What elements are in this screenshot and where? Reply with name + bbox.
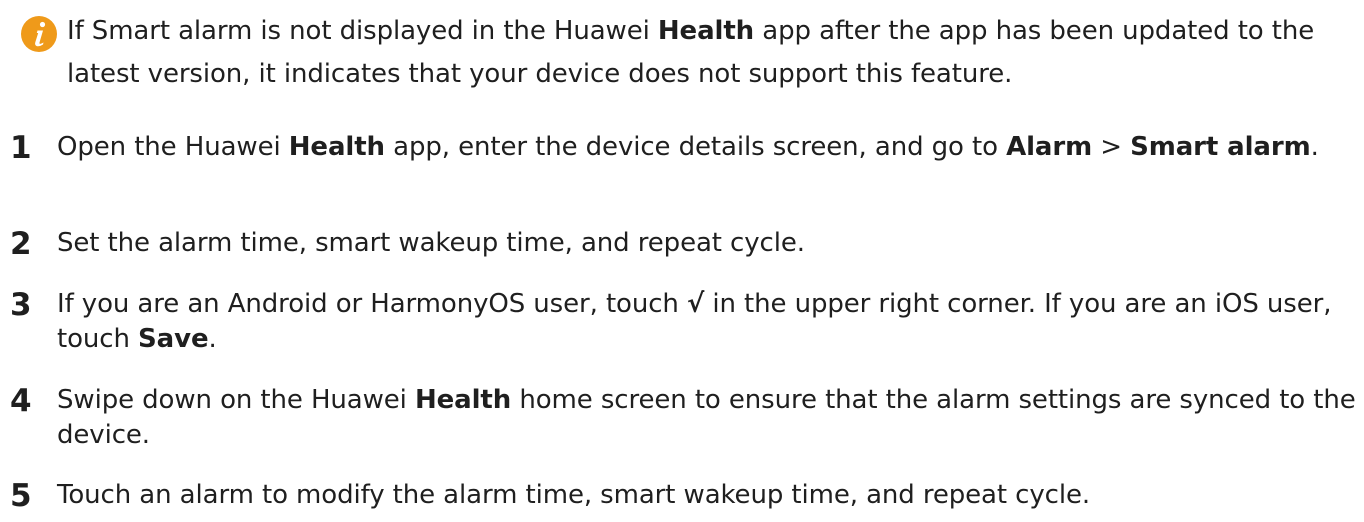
bold-alarm: Alarm <box>1006 132 1093 162</box>
note-text: If Smart alarm is not displayed in the H… <box>67 10 1350 96</box>
step-text: Open the Huawei Health app, enter the de… <box>57 130 1356 165</box>
note-text-part: If Smart alarm is not displayed in the H… <box>67 16 658 46</box>
step-3: 3 If you are an Android or HarmonyOS use… <box>0 287 1364 357</box>
step-number: 4 <box>10 383 32 419</box>
bold-health: Health <box>414 385 512 415</box>
step-text-part: app, enter the device details screen, an… <box>384 132 1007 162</box>
step-number: 1 <box>10 130 32 166</box>
step-text-part: If you are an Android or HarmonyOS user,… <box>57 289 687 319</box>
bold-health: Health <box>288 132 385 162</box>
step-text-part: Touch an alarm to modify the alarm time,… <box>57 480 1091 510</box>
bold-smart-alarm: Smart alarm <box>1130 132 1311 162</box>
step-text-part: Set the alarm time, smart wakeup time, a… <box>57 228 805 258</box>
step-number: 2 <box>10 226 32 262</box>
bold-checkmark: √ <box>686 289 705 319</box>
step-text-part: > <box>1092 132 1131 162</box>
step-text: If you are an Android or HarmonyOS user,… <box>57 287 1356 357</box>
step-2: 2 Set the alarm time, smart wakeup time,… <box>0 226 1364 262</box>
note-bold-health: Health <box>657 16 755 46</box>
bold-save: Save <box>138 324 209 354</box>
step-text: Set the alarm time, smart wakeup time, a… <box>57 226 1356 261</box>
step-text-part: Open the Huawei <box>57 132 289 162</box>
step-1: 1 Open the Huawei Health app, enter the … <box>0 130 1364 166</box>
info-icon <box>21 16 57 52</box>
step-number: 3 <box>10 287 32 323</box>
step-text-part: . <box>1310 132 1319 162</box>
step-5: 5 Touch an alarm to modify the alarm tim… <box>0 478 1364 514</box>
step-text: Swipe down on the Huawei Health home scr… <box>57 383 1356 453</box>
step-4: 4 Swipe down on the Huawei Health home s… <box>0 383 1364 453</box>
step-text-part: . <box>208 324 217 354</box>
step-text: Touch an alarm to modify the alarm time,… <box>57 478 1356 513</box>
step-text-part: Swipe down on the Huawei <box>57 385 415 415</box>
step-number: 5 <box>10 478 32 514</box>
note-box: If Smart alarm is not displayed in the H… <box>20 10 1350 96</box>
